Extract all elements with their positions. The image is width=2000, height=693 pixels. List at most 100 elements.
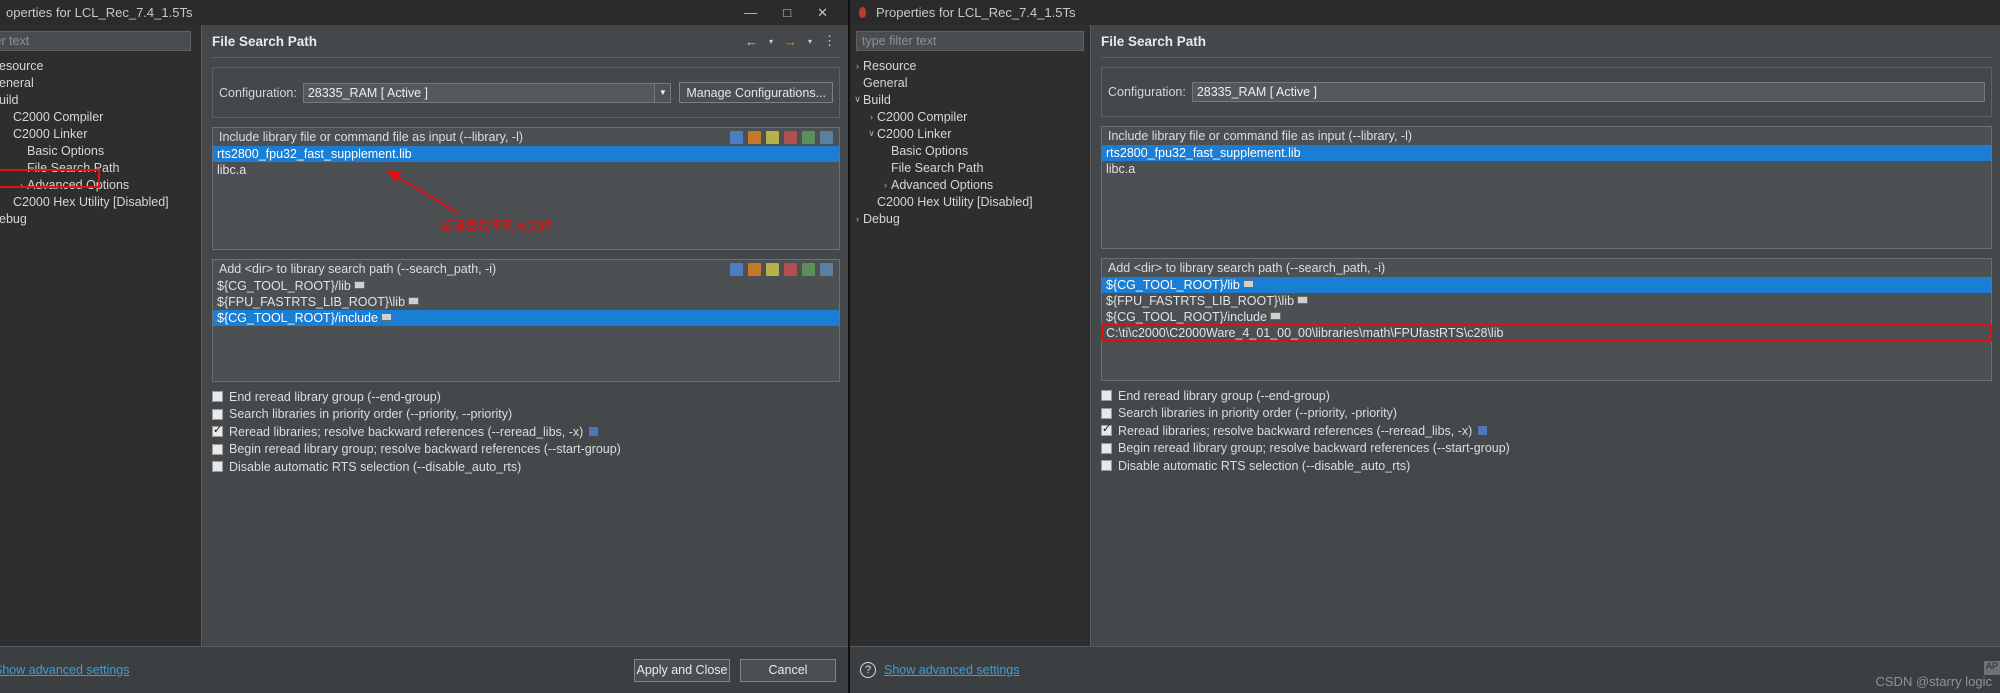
checkbox-input[interactable] — [1101, 390, 1112, 402]
search-path-listbox[interactable]: ${CG_TOOL_ROOT}/lib ${FPU_FASTRTS_LIB_ROO… — [1101, 277, 1992, 342]
tree-item-uild[interactable]: uild — [0, 91, 201, 108]
add-dir-icon[interactable] — [748, 262, 761, 276]
list-item[interactable]: libc.a — [213, 162, 839, 178]
checkbox-row[interactable]: End reread library group (--end-group) — [212, 388, 840, 406]
chevron-icon[interactable]: › — [852, 214, 863, 224]
nav-back-icon[interactable]: ← — [745, 34, 758, 49]
checkbox-row[interactable]: Search libraries in priority order (--pr… — [212, 406, 840, 424]
tree-item-c2000-compiler[interactable]: › C2000 Compiler — [850, 108, 1090, 125]
chevron-icon[interactable]: ∨ — [866, 128, 877, 139]
checkbox-row[interactable]: Search libraries in priority order (--pr… — [1101, 405, 1992, 423]
delete-icon[interactable] — [784, 130, 797, 144]
move-down-icon[interactable] — [820, 262, 833, 276]
edit-icon[interactable] — [766, 262, 779, 276]
chevron-icon[interactable]: › — [880, 180, 891, 190]
list-item[interactable]: ${FPU_FASTRTS_LIB_ROOT}\lib — [1102, 293, 1991, 309]
nav-forward-icon[interactable]: → — [784, 34, 797, 49]
edit-icon[interactable] — [766, 130, 779, 144]
chevron-icon[interactable]: › — [16, 180, 27, 190]
search-path-listbox[interactable]: ${CG_TOOL_ROOT}/lib ${FPU_FASTRTS_LIB_ROO… — [213, 278, 839, 326]
checkbox-row[interactable]: Begin reread library group; resolve back… — [1101, 440, 1992, 458]
include-library-header: Include library file or command file as … — [213, 128, 839, 146]
list-item[interactable]: ${FPU_FASTRTS_LIB_ROOT}\lib — [213, 294, 839, 310]
list-item[interactable]: ${CG_TOOL_ROOT}/lib — [1102, 277, 1991, 293]
tree-item-c2000-linker[interactable]: C2000 Linker — [0, 125, 201, 142]
checkbox-row[interactable]: Disable automatic RTS selection (--disab… — [1101, 457, 1992, 475]
info-icon[interactable] — [1478, 426, 1488, 436]
include-library-listbox[interactable]: rts2800_fpu32_fast_supplement.lib libc.a — [213, 146, 839, 178]
tree-item-c2000-linker[interactable]: ∨ C2000 Linker — [850, 125, 1090, 142]
tree-item-resource[interactable]: › Resource — [850, 57, 1090, 74]
configuration-combo[interactable]: 28335_RAM [ Active ] ▼ — [302, 82, 672, 103]
checkbox-input[interactable] — [212, 461, 223, 473]
tree-item-file-search-path[interactable]: File Search Path — [0, 159, 201, 176]
list-item[interactable]: rts2800_fpu32_fast_supplement.lib — [213, 146, 839, 162]
chevron-icon[interactable]: › — [866, 112, 877, 122]
checkbox-row[interactable]: Disable automatic RTS selection (--disab… — [212, 458, 840, 476]
tree-item-advanced-options[interactable]: › Advanced Options — [0, 176, 201, 193]
list-item[interactable]: libc.a — [1102, 161, 1991, 177]
list-item[interactable]: ${CG_TOOL_ROOT}/include — [213, 310, 839, 326]
checkbox-input[interactable] — [1101, 407, 1112, 419]
cancel-button[interactable]: Cancel — [740, 658, 836, 682]
checkbox-row[interactable]: Reread libraries; resolve backward refer… — [1101, 422, 1992, 440]
chevron-down-icon[interactable]: ▼ — [654, 83, 671, 102]
list-item[interactable]: rts2800_fpu32_fast_supplement.lib — [1102, 145, 1991, 161]
info-icon[interactable] — [589, 427, 599, 437]
list-item[interactable]: C:\ti\c2000\C2000Ware_4_01_00_00\librari… — [1101, 324, 1992, 342]
nav-forward-caret-icon[interactable]: ▾ — [808, 37, 812, 46]
list-item[interactable]: ${CG_TOOL_ROOT}/include — [1102, 309, 1991, 325]
manage-configurations-button[interactable]: Manage Configurations... — [679, 82, 833, 103]
configuration-combo[interactable]: 28335_RAM [ Active ] — [1191, 82, 1985, 102]
tree-item-esource[interactable]: esource — [0, 57, 201, 74]
move-up-icon[interactable] — [802, 262, 815, 276]
add-dir-icon[interactable] — [748, 130, 761, 144]
checkbox-row[interactable]: Begin reread library group; resolve back… — [212, 441, 840, 459]
help-icon[interactable]: ? — [860, 662, 876, 678]
checkbox-input[interactable] — [1101, 422, 1112, 437]
tree-item-general[interactable]: General — [850, 74, 1090, 91]
checkbox-input[interactable] — [1101, 460, 1112, 472]
checkbox-input[interactable] — [212, 391, 223, 403]
apply-and-close-button[interactable]: Apply and Close — [634, 658, 730, 682]
delete-icon[interactable] — [784, 262, 797, 276]
show-advanced-settings-link[interactable]: Show advanced settings — [884, 663, 1020, 677]
tree-item-advanced-options[interactable]: › Advanced Options — [850, 176, 1090, 193]
minimize-button[interactable]: — — [744, 5, 757, 20]
checkbox-row[interactable]: End reread library group (--end-group) — [1101, 387, 1992, 405]
checkbox-input[interactable] — [212, 408, 223, 420]
tree-item-c2000-hex-utility-disabled[interactable]: C2000 Hex Utility [Disabled] — [0, 193, 201, 210]
properties-app-icon — [856, 6, 869, 19]
tree-item-debug[interactable]: › Debug — [850, 210, 1090, 227]
filter-input[interactable]: type filter text — [856, 31, 1084, 51]
list-toolbar[interactable] — [730, 262, 839, 276]
tree-item-ebug[interactable]: ebug — [0, 210, 201, 227]
maximize-button[interactable]: □ — [783, 5, 791, 20]
checkbox-input[interactable] — [212, 443, 223, 455]
filter-input[interactable]: filter text — [0, 31, 191, 51]
add-file-icon[interactable] — [730, 130, 743, 144]
tree-item-build[interactable]: ∨ Build — [850, 91, 1090, 108]
add-file-icon[interactable] — [730, 262, 743, 276]
show-advanced-settings-link[interactable]: Show advanced settings — [0, 663, 130, 677]
nav-back-caret-icon[interactable]: ▾ — [769, 37, 773, 46]
tree-item-c2000-hex-utility-disabled[interactable]: C2000 Hex Utility [Disabled] — [850, 193, 1090, 210]
move-up-icon[interactable] — [802, 130, 815, 144]
list-toolbar[interactable] — [730, 130, 839, 144]
checkbox-input[interactable] — [1101, 442, 1112, 454]
tree-item-basic-options[interactable]: Basic Options — [850, 142, 1090, 159]
tree-item-c2000-compiler[interactable]: C2000 Compiler — [0, 108, 201, 125]
chevron-icon[interactable]: ∨ — [852, 94, 863, 105]
checkbox-label: Reread libraries; resolve backward refer… — [229, 424, 584, 439]
close-button[interactable]: ✕ — [817, 5, 828, 21]
checkbox-input[interactable] — [212, 423, 223, 438]
tree-item-eneral[interactable]: eneral — [0, 74, 201, 91]
list-item[interactable]: ${CG_TOOL_ROOT}/lib — [213, 278, 839, 294]
include-library-listbox[interactable]: rts2800_fpu32_fast_supplement.lib libc.a — [1102, 145, 1991, 177]
chevron-icon[interactable]: › — [852, 61, 863, 71]
view-menu-icon[interactable]: ⋮ — [823, 33, 836, 49]
tree-item-basic-options[interactable]: Basic Options — [0, 142, 201, 159]
tree-item-file-search-path[interactable]: File Search Path — [850, 159, 1090, 176]
move-down-icon[interactable] — [820, 130, 833, 144]
checkbox-row[interactable]: Reread libraries; resolve backward refer… — [212, 423, 840, 441]
